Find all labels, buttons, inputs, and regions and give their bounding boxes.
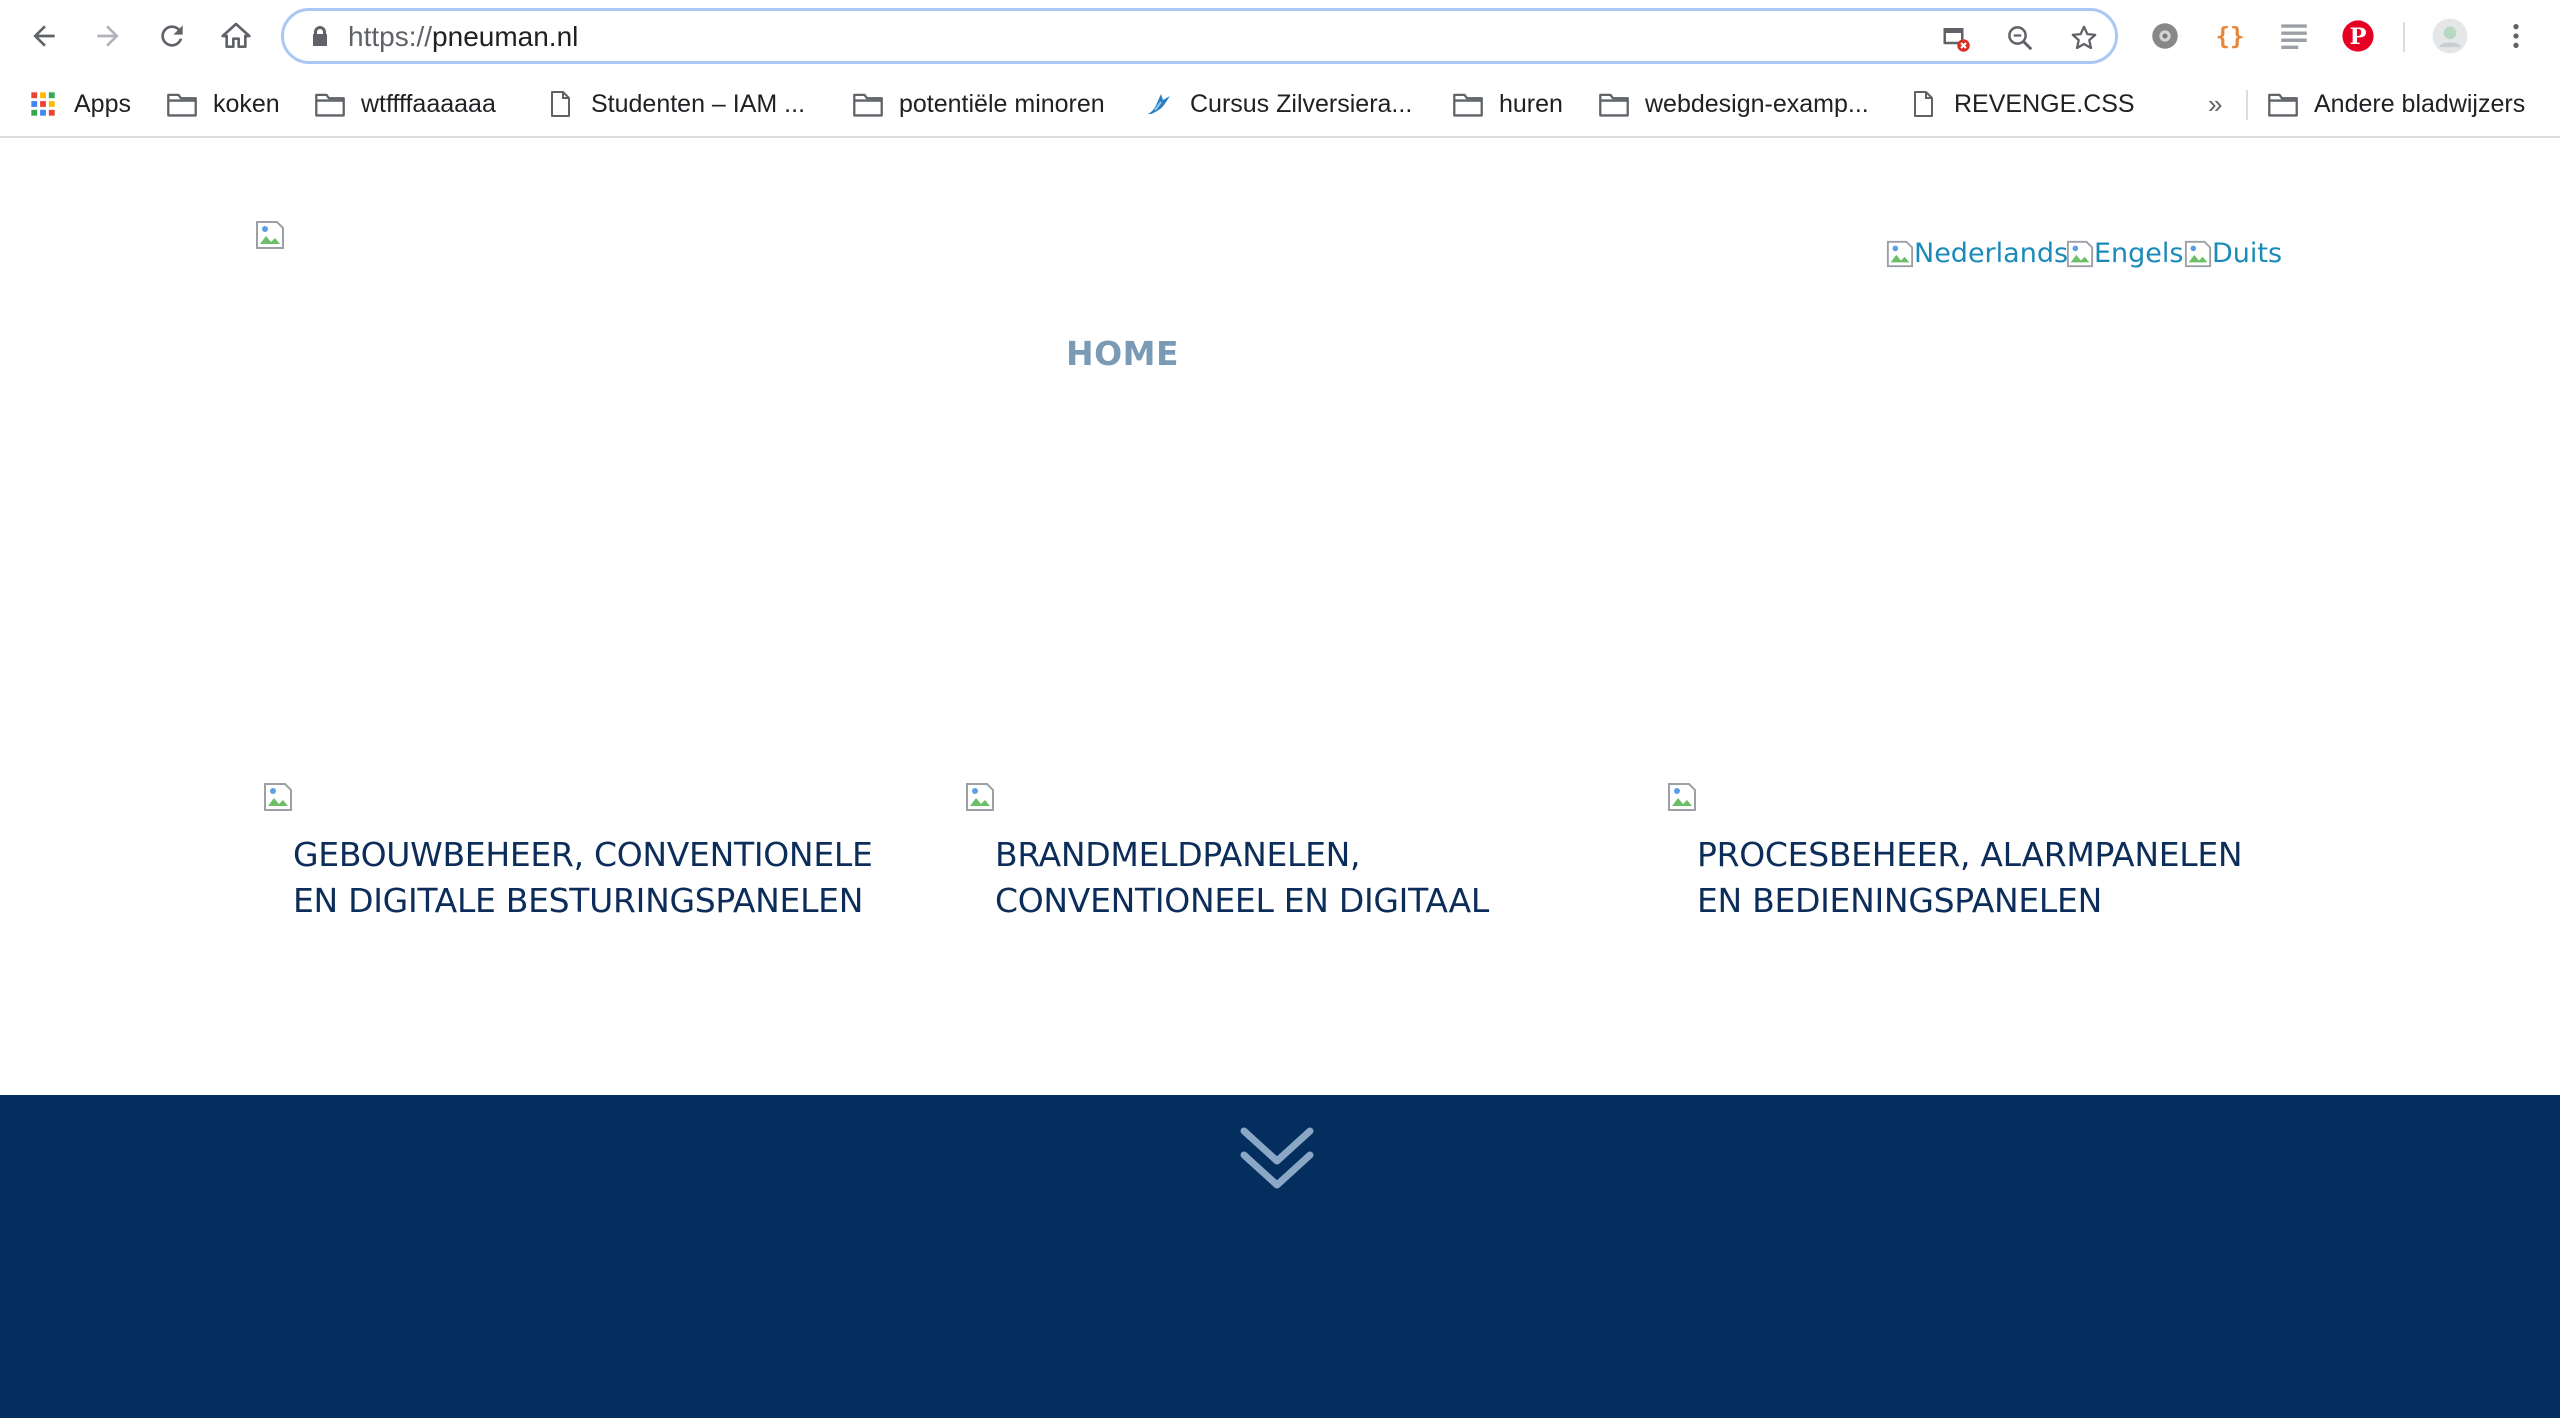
bookmark-label: Apps	[74, 89, 131, 118]
bookmark-label: koken	[213, 89, 280, 118]
blocked-popup-icon	[1943, 28, 1970, 52]
blocked-popup-button[interactable]	[1938, 20, 1974, 56]
bookmark-star-button[interactable]	[2066, 20, 2102, 56]
toolbar-divider	[2403, 22, 2405, 52]
reload-icon	[161, 25, 183, 47]
bookmark-label: Andere bladwijzers	[2314, 89, 2526, 118]
nav-home-link[interactable]: HOME	[1066, 334, 1179, 373]
language-label: Engels	[2094, 238, 2184, 269]
url-text[interactable]: https://pneuman.nl	[348, 21, 578, 53]
home-button[interactable]	[214, 14, 258, 58]
bookmark-label: Cursus Zilversiera...	[1190, 89, 1413, 118]
zoom-button[interactable]	[2002, 20, 2038, 56]
bookmark-label: huren	[1499, 89, 1563, 118]
logo-broken-image-icon[interactable]	[255, 220, 285, 250]
folder-icon	[313, 89, 347, 119]
reload-button[interactable]	[150, 14, 194, 58]
broken-image-icon	[1886, 240, 1914, 267]
scroll-down-chevrons-icon[interactable]	[1240, 1125, 1314, 1195]
lines-icon	[2281, 24, 2307, 50]
bookmark-webdesign-examples[interactable]: webdesign-examp...	[1597, 84, 1869, 124]
folder-icon	[851, 89, 885, 119]
bookmarks-bar: Apps koken wtffffaaaaaa Studenten – IAM …	[0, 72, 2560, 138]
folder-icon	[1451, 89, 1485, 119]
page-icon	[1906, 89, 1940, 119]
bookmark-koken[interactable]: koken	[165, 84, 280, 124]
broken-image-icon	[966, 783, 994, 811]
svg-text:P: P	[2349, 24, 2366, 50]
web-page: Nederlands Engels Duits HOME GEBOUWBEHEE…	[0, 138, 2560, 1418]
broken-image-icon	[1668, 783, 1696, 811]
bookmark-label: wtffffaaaaaa	[361, 89, 496, 118]
avatar-icon	[2432, 18, 2468, 54]
reader-extension-button[interactable]	[2274, 16, 2314, 56]
star-icon	[2071, 25, 2097, 50]
service-title: BRANDMELDPANELEN, CONVENTIONEEL EN DIGIT…	[995, 835, 1489, 920]
footer-section	[0, 1095, 2560, 1418]
arrow-left-icon	[33, 25, 55, 47]
bookmarks-divider	[2246, 90, 2248, 120]
bookmark-apps[interactable]: Apps	[26, 84, 131, 124]
forward-button[interactable]	[86, 14, 130, 58]
folder-icon	[2266, 89, 2300, 119]
language-duits-link[interactable]: Duits	[2184, 238, 2282, 269]
bookmark-revenge-css[interactable]: REVENGE.CSS	[1906, 84, 2135, 124]
apps-grid-icon	[26, 89, 60, 119]
json-extension-button[interactable]: {}	[2210, 16, 2250, 56]
bookmark-studenten[interactable]: Studenten – IAM ...	[543, 84, 805, 124]
bird-icon	[1142, 89, 1176, 119]
url-host: pneuman.nl	[432, 21, 579, 52]
language-engels-link[interactable]: Engels	[2066, 238, 2184, 269]
zoom-icon	[2008, 26, 2033, 51]
arrow-right-icon	[97, 25, 119, 47]
pinterest-button[interactable]: P	[2338, 16, 2378, 56]
curly-braces-icon: {}	[2216, 23, 2245, 51]
folder-icon	[1597, 89, 1631, 119]
bookmark-cursus-zilversiera[interactable]: Cursus Zilversiera...	[1142, 84, 1412, 124]
browser-toolbar: https://pneuman.nl {} P	[0, 0, 2560, 72]
bookmark-label: REVENGE.CSS	[1954, 89, 2135, 118]
service-title: GEBOUWBEHEER, CONVENTIONELE EN DIGITALE …	[293, 835, 873, 920]
language-label: Nederlands	[1914, 238, 2069, 269]
back-button[interactable]	[22, 14, 66, 58]
bookmarks-overflow-button[interactable]: »	[2208, 84, 2222, 124]
broken-image-icon	[264, 783, 292, 811]
svg-text:{}: {}	[2216, 23, 2245, 51]
language-nederlands-link[interactable]: Nederlands	[1886, 238, 2068, 269]
bookmark-label: potentiële minoren	[899, 89, 1105, 118]
profile-button[interactable]	[2430, 16, 2470, 56]
url-scheme: https://	[348, 21, 433, 52]
bookmark-other-bookmarks[interactable]: Andere bladwijzers	[2266, 84, 2525, 124]
kebab-menu-icon	[2513, 24, 2519, 48]
address-bar[interactable]: https://pneuman.nl	[281, 8, 2118, 64]
bookmark-potentiele-minoren[interactable]: potentiële minoren	[851, 84, 1105, 124]
page-icon	[543, 89, 577, 119]
lock-icon	[313, 26, 327, 46]
bookmark-label: webdesign-examp...	[1645, 89, 1869, 118]
bookmark-huren[interactable]: huren	[1451, 84, 1563, 124]
bookmark-wtffffaaaaaa[interactable]: wtffffaaaaaa	[313, 84, 496, 124]
language-label: Duits	[2212, 238, 2283, 269]
gear-icon	[2152, 23, 2178, 49]
service-title: PROCESBEHEER, ALARMPANELEN EN BEDIENINGS…	[1697, 835, 2243, 920]
bookmark-label: Studenten – IAM ...	[591, 89, 806, 118]
broken-image-icon	[2184, 240, 2212, 267]
pinterest-icon: P	[2342, 20, 2374, 52]
home-icon	[221, 22, 251, 48]
browser-menu-button[interactable]	[2496, 16, 2536, 56]
broken-image-icon	[2066, 240, 2094, 267]
folder-icon	[165, 89, 199, 119]
extension-settings-button[interactable]	[2145, 16, 2185, 56]
